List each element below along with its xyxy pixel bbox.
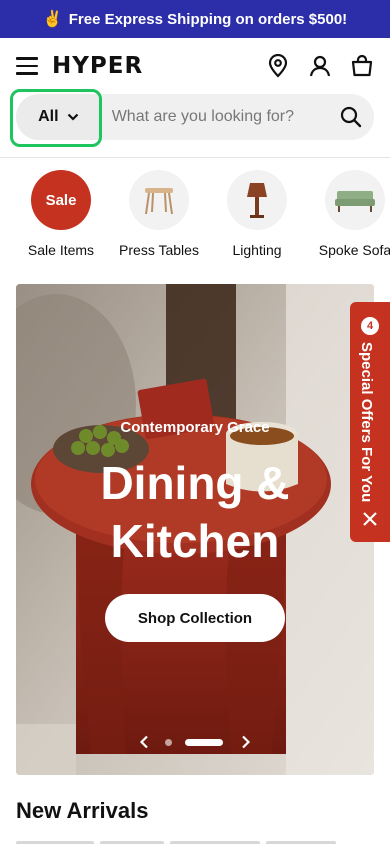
close-icon[interactable] [361, 510, 379, 528]
carousel-dot-active[interactable] [185, 739, 223, 746]
category-label: Lighting [232, 242, 282, 258]
chevron-right-icon[interactable] [238, 730, 254, 754]
category-item-sale[interactable]: Sale Sale Items [11, 170, 111, 258]
category-item-press-tables[interactable]: Press Tables [109, 170, 209, 258]
header-actions [266, 54, 374, 78]
carousel-dot[interactable] [165, 739, 172, 746]
category-label: Sale Items [27, 242, 95, 258]
hero-banner: Contemporary Grace Dining & Kitchen Shop… [16, 284, 374, 775]
category-label: Press Tables [119, 242, 199, 258]
category-select[interactable]: All [16, 94, 101, 140]
search-row: All [0, 94, 390, 158]
section-title: New Arrivals [16, 798, 149, 823]
hero-headline: Dining & Kitchen [16, 454, 374, 570]
menu-icon[interactable] [16, 54, 40, 78]
hero-headline-line1: Dining & [100, 457, 290, 509]
search-bar: All [16, 94, 374, 140]
sale-badge: Sale [31, 170, 91, 230]
location-pin-icon[interactable] [266, 54, 290, 78]
offers-count-badge: 4 [361, 317, 379, 335]
account-icon[interactable] [308, 54, 332, 78]
section-subtitle-cutoff [16, 836, 374, 844]
search-icon[interactable] [329, 94, 374, 140]
shop-collection-button[interactable]: Shop Collection [105, 594, 285, 642]
sofa-thumbnail [325, 170, 385, 230]
promo-banner: ✌️ Free Express Shipping on orders $500! [0, 0, 390, 38]
search-input[interactable] [101, 108, 329, 126]
chevron-down-icon [67, 113, 78, 121]
category-carousel: Sale Sale Items Press Tables Lighting Sp… [0, 170, 390, 266]
hero-headline-line2: Kitchen [110, 515, 280, 567]
promo-emoji: ✌️ [42, 11, 63, 28]
chevron-left-icon[interactable] [136, 730, 152, 754]
hero-eyebrow: Contemporary Grace [120, 419, 270, 436]
site-logo[interactable]: HYPER [52, 53, 143, 79]
category-item-spoke-sofa[interactable]: Spoke Sofa [305, 170, 390, 258]
lamp-thumbnail [227, 170, 287, 230]
hero-carousel-controls [16, 730, 374, 754]
category-item-lighting[interactable]: Lighting [207, 170, 307, 258]
special-offers-tab[interactable]: 4 Special Offers For You [350, 302, 390, 542]
promo-text: Free Express Shipping on orders $500! [68, 10, 348, 28]
shopping-bag-icon[interactable] [350, 54, 374, 78]
offers-label: Special Offers For You [358, 342, 375, 503]
category-select-label: All [38, 108, 59, 125]
site-header: HYPER [0, 38, 390, 94]
category-label: Spoke Sofa [318, 242, 390, 258]
table-thumbnail [129, 170, 189, 230]
